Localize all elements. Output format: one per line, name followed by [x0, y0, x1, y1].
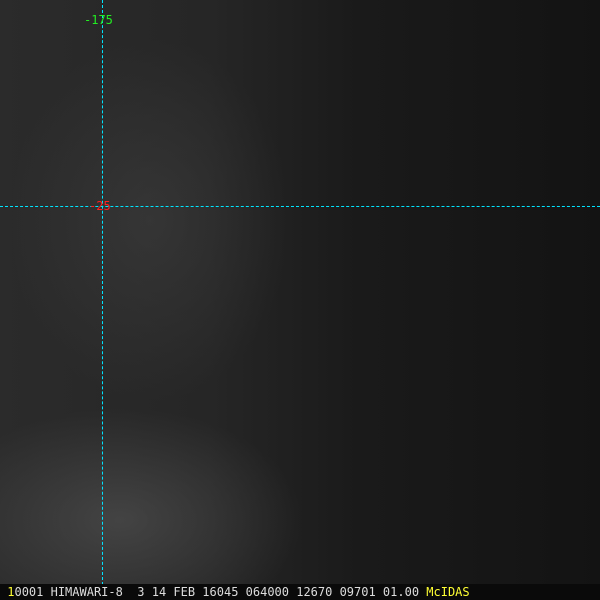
longitude-label: -175 [84, 13, 113, 27]
longitude-grid-line [102, 0, 103, 585]
mcidas-brand: McIDAS [426, 585, 470, 599]
image-info: 0001 HIMAWARI-8 3 14 FEB 16045 064000 12… [14, 585, 420, 599]
latitude-label: -25 [89, 199, 111, 213]
satellite-image: -175 -25 10001 HIMAWARI-8 3 14 FEB 16045… [0, 0, 600, 600]
status-bar: 10001 HIMAWARI-8 3 14 FEB 16045 064000 1… [0, 584, 600, 600]
